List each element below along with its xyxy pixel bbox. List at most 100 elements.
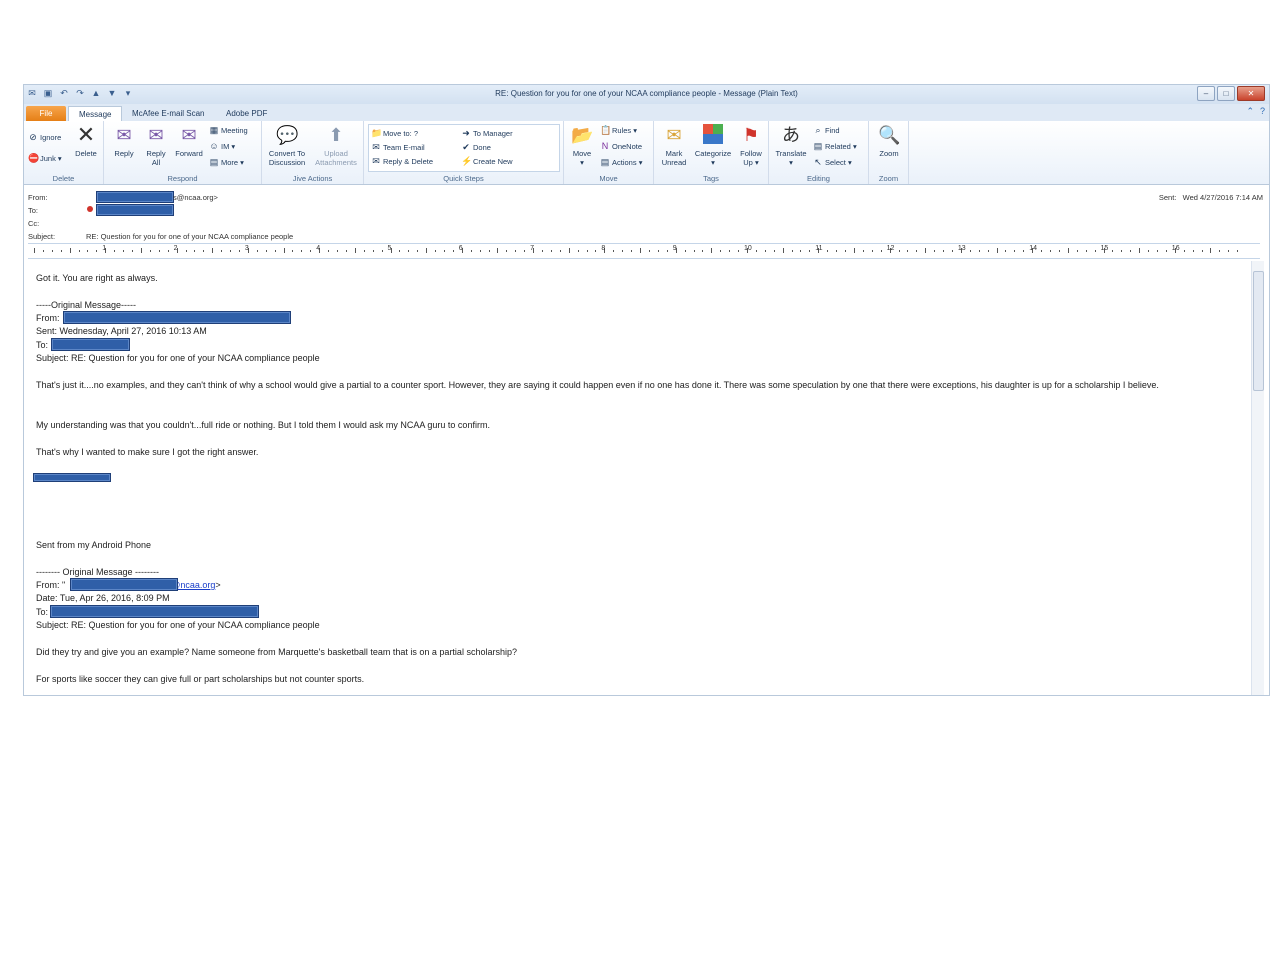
- tab-file[interactable]: File: [26, 106, 66, 121]
- cc-label: Cc:: [28, 219, 40, 228]
- translate-button[interactable]: あ Translate ▾: [771, 124, 811, 167]
- done-step[interactable]: ✔ Done: [461, 142, 491, 153]
- redacted-recipient: [96, 204, 174, 216]
- ruler-tick: [1112, 250, 1114, 252]
- convert-to-discussion-button[interactable]: 💬 Convert To Discussion: [264, 124, 310, 167]
- minimize-ribbon-icon[interactable]: ⌃: [1246, 106, 1254, 117]
- ruler-tick: [345, 250, 347, 252]
- move-button[interactable]: 📂 Move ▾: [568, 124, 596, 167]
- vertical-scrollbar[interactable]: [1251, 261, 1264, 695]
- maximize-button[interactable]: □: [1217, 86, 1235, 101]
- tab-mcafee-email-scan[interactable]: McAfee E-mail Scan: [122, 106, 214, 121]
- actions-button[interactable]: ▤ Actions ▾: [600, 157, 643, 168]
- ruler-tick: [827, 250, 829, 252]
- ruler-tick: [194, 250, 196, 252]
- ruler-tick: [452, 250, 454, 252]
- ruler-tick: [470, 250, 472, 252]
- subject-label: Subject:: [28, 232, 56, 241]
- ruler-tick: [622, 250, 624, 252]
- ignore-icon: ⊘: [29, 132, 37, 142]
- junk-button[interactable]: ⛔Junk ▾: [28, 153, 62, 164]
- orig2-subject: Subject: RE: Question for you for one of…: [36, 620, 320, 630]
- delete-button[interactable]: ✕ Delete: [72, 124, 100, 159]
- ruler-tick: [140, 248, 142, 253]
- close-button[interactable]: ✕: [1237, 86, 1265, 101]
- zoom-group-label: Zoom: [878, 174, 899, 183]
- scrollbar-thumb[interactable]: [1253, 271, 1264, 391]
- reply-line: Got it. You are right as always.: [36, 273, 158, 283]
- help-icon[interactable]: ?: [1260, 106, 1265, 117]
- related-button[interactable]: ▤ Related ▾: [813, 141, 857, 152]
- ruler-number: 13: [957, 245, 966, 252]
- editing-group-label: Editing: [807, 174, 830, 183]
- ruler-tick: [1165, 250, 1167, 252]
- onenote-button[interactable]: N OneNote: [600, 141, 642, 151]
- paragraph-3: That's why I wanted to make sure I got t…: [36, 447, 259, 457]
- ruler-tick: [426, 248, 428, 253]
- team-email-icon: ✉: [372, 142, 380, 152]
- zoom-group: 🔍 Zoom Zoom: [869, 121, 909, 184]
- im-icon: ☺: [209, 141, 219, 151]
- paragraph-2: My understanding was that you couldn't..…: [36, 420, 490, 430]
- ruler-tick: [586, 250, 588, 252]
- select-button[interactable]: ↖ Select ▾: [813, 157, 852, 168]
- lightning-icon: ⚡: [461, 156, 473, 166]
- upload-attachments-button[interactable]: ⬆ Upload Attachments: [312, 124, 360, 167]
- create-new-step[interactable]: ⚡Create New: [461, 156, 513, 167]
- message-body[interactable]: Got it. You are right as always. -----Or…: [24, 259, 1252, 695]
- reply-icon: ✉: [116, 125, 132, 145]
- ruler-tick: [1085, 250, 1087, 252]
- folder-icon: 📁: [371, 128, 383, 138]
- im-button[interactable]: ☺ IM ▾: [209, 141, 235, 151]
- ruler-tick: [862, 250, 864, 252]
- ruler-tick: [657, 250, 659, 252]
- subject-value: RE: Question for you for one of your NCA…: [86, 232, 294, 241]
- to-manager-step[interactable]: ➜ To Manager: [461, 128, 512, 139]
- move-group-label: Move: [599, 174, 618, 183]
- categorize-button[interactable]: Categorize ▾: [692, 124, 734, 167]
- rules-button[interactable]: 📋Rules ▾: [600, 125, 637, 136]
- ruler-tick: [631, 250, 633, 252]
- forward-button[interactable]: ✉ Forward: [172, 124, 206, 158]
- find-button[interactable]: ⌕ Find: [813, 125, 839, 136]
- ruler-tick: [711, 248, 713, 253]
- tab-message[interactable]: Message: [68, 106, 123, 122]
- ruler-tick: [301, 250, 303, 252]
- more-button[interactable]: ▤ More ▾: [209, 157, 244, 168]
- move-to-step[interactable]: 📁Move to: ?: [371, 128, 418, 139]
- ruler-tick: [1094, 250, 1096, 252]
- zoom-button[interactable]: 🔍 Zoom: [873, 124, 905, 158]
- mark-unread-button[interactable]: ✉ Mark Unread: [658, 124, 690, 167]
- paragraph-4: Did they try and give you an example? Na…: [36, 647, 517, 657]
- ruler-tick: [925, 248, 927, 253]
- respond-group: ✉ Reply ✉ Reply All ✉ Forward ▦ Meeting ☺ IM ▾…: [104, 121, 262, 184]
- tags-group-label: Tags: [703, 174, 719, 183]
- ruler-tick: [595, 250, 597, 252]
- ruler-tick: [720, 250, 722, 252]
- tab-adobe-pdf[interactable]: Adobe PDF: [216, 106, 277, 121]
- mark-unread-icon: ✉: [666, 125, 682, 145]
- from-email-suffix[interactable]: s@ncaa.org>: [173, 193, 218, 202]
- ruler-tick: [871, 250, 873, 252]
- reply-all-button[interactable]: ✉ Reply All: [142, 124, 170, 167]
- ruler-number: 7: [530, 245, 534, 252]
- follow-up-button[interactable]: ⚑ Follow Up ▾: [736, 124, 766, 167]
- ruler-tick: [969, 250, 971, 252]
- ruler-tick: [568, 248, 570, 253]
- team-email-step[interactable]: ✉ Team E-mail: [371, 142, 424, 153]
- orig2-to: To:: [36, 607, 49, 617]
- respond-group-label: Respond: [167, 174, 198, 183]
- ignore-button[interactable]: ⊘ Ignore: [28, 132, 61, 143]
- quick-steps-group-label: Quick Steps: [443, 174, 484, 183]
- sent-label: Sent:: [1158, 193, 1177, 202]
- minimize-button[interactable]: –: [1197, 86, 1215, 101]
- ruler[interactable]: 1 2 3 4 5 6 7 8 9 10 11 12 13 14 15 16: [28, 243, 1260, 259]
- reply-button[interactable]: ✉ Reply: [110, 124, 138, 158]
- ruler-tick: [1237, 250, 1239, 252]
- reply-delete-step[interactable]: ✉ Reply & Delete: [371, 156, 433, 167]
- ruler-tick: [853, 248, 855, 253]
- meeting-button[interactable]: ▦ Meeting: [209, 125, 248, 136]
- meeting-icon: ▦: [209, 125, 219, 135]
- ruler-tick: [1058, 250, 1060, 252]
- ruler-tick: [381, 250, 383, 252]
